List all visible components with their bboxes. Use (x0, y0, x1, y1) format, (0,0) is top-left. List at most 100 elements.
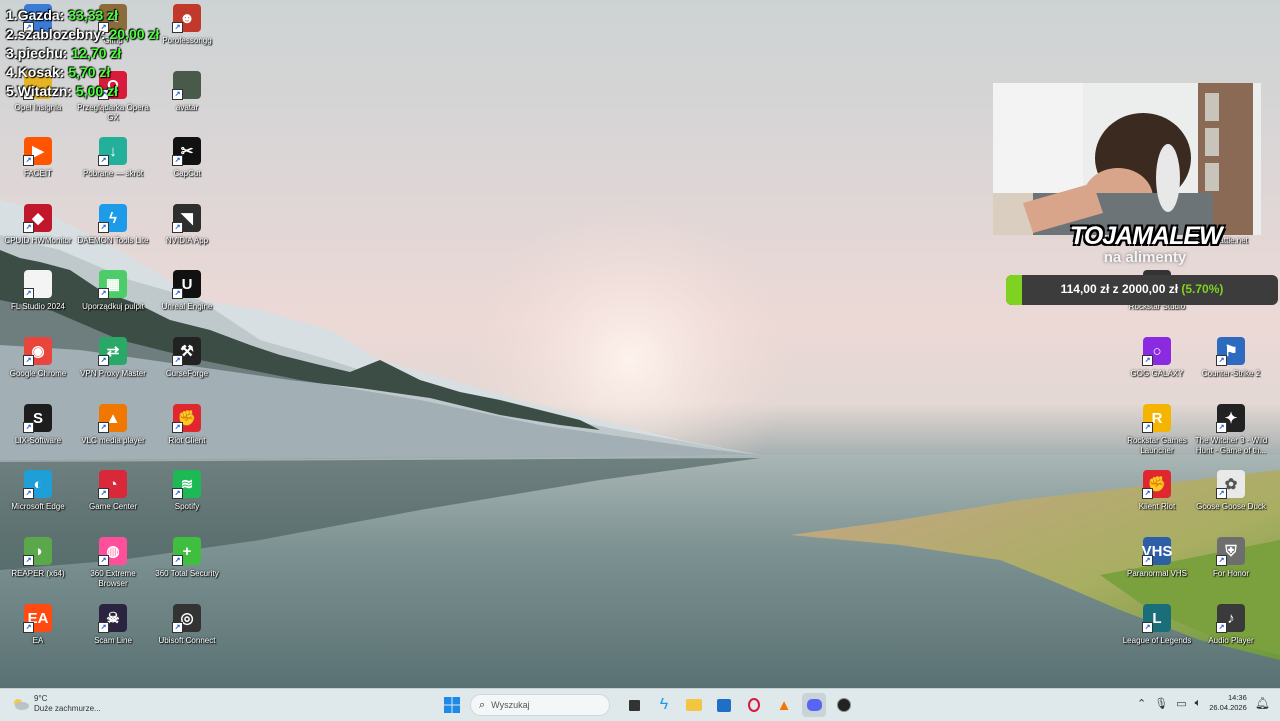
chevron-up-icon[interactable]: ⌃ (1137, 697, 1146, 710)
desktop-icon[interactable]: ⛨ ↗ For Honor (1193, 537, 1269, 579)
desktop-icon[interactable]: ◉ ↗ Google Chrome (0, 337, 76, 379)
desktop-icon[interactable]: ☠ ↗ Scam Line (75, 604, 151, 646)
cloud-weather-icon (14, 699, 29, 710)
shortcut-arrow-icon: ↗ (1142, 422, 1153, 433)
desktop-icon[interactable]: ϟ ↗ DAEMON Tools Lite (75, 204, 151, 246)
desktop-icon-label: VLC media player (81, 436, 145, 445)
desktop-icon[interactable]: S ↗ LIX-Software (0, 404, 76, 446)
desktop-icon[interactable]: ⚒ ↗ CurseForge (149, 337, 225, 379)
desktop-icon[interactable]: EA ↗ EA (0, 604, 76, 646)
desktop-icon[interactable]: ⇄ ↗ VPN Proxy Master (75, 337, 151, 379)
shortcut-arrow-icon: ↗ (98, 422, 109, 433)
desktop-icon[interactable]: ◥ ↗ NVIDIA App (149, 204, 225, 246)
document-icon: ↗ (23, 270, 52, 299)
goal-target: 2000,00 zł (1121, 282, 1179, 296)
lix-icon: S ↗ (23, 404, 52, 433)
leaderboard-amount: 5,70 zł (68, 64, 111, 80)
shortcut-arrow-icon: ↗ (1142, 488, 1153, 499)
goal-text: 114,00 zł z 2000,00 zł (5.70%) (1006, 282, 1278, 296)
desktop-icon[interactable]: ▦ ↗ Uporządkuj pulpit (75, 270, 151, 312)
shortcut-arrow-icon: ↗ (98, 555, 109, 566)
desktop-icon-label: Riot Client (168, 436, 206, 445)
ea-icon: EA ↗ (23, 604, 52, 633)
desktop-icon-label: Porofessongg (162, 36, 212, 45)
desktop-icon[interactable]: ✿ ↗ Goose Goose Duck (1193, 470, 1269, 512)
desktop-icon-label: LIX-Software (14, 436, 62, 445)
desktop-icon[interactable]: L ↗ League of Legends (1119, 604, 1195, 646)
microsoft-store-icon (717, 698, 731, 712)
file-explorer-taskbar-button[interactable] (682, 693, 706, 717)
desktop-icon-label: Ubisoft Connect (158, 636, 216, 645)
desktop-icon[interactable]: ✂ ↗ CapCut (149, 137, 225, 179)
desktop-icon[interactable]: ☻ ↗ Porofessongg (149, 4, 225, 46)
desktop-icon[interactable]: U ↗ Unreal Engine (149, 270, 225, 312)
desktop-icon-label: Counter-Strike 2 (1201, 369, 1261, 378)
desktop-icon[interactable]: ✊ ↗ Riot Client (149, 404, 225, 446)
microphone-icon[interactable]: 🎙︎ (1154, 697, 1168, 710)
desktop-icon-label: Klient Riot (1138, 502, 1176, 511)
desktop-icon[interactable]: + ↗ 360 Total Security (149, 537, 225, 579)
discord-taskbar-button[interactable] (802, 693, 826, 717)
desktop-icon[interactable]: ✊ ↗ Klient Riot (1119, 470, 1195, 512)
weather-widget[interactable]: 9°C Duże zachmurze... (12, 694, 101, 714)
taskbar-search[interactable]: ⌕ Wyszukaj (470, 694, 610, 716)
desktop-icon-label: CurseForge (165, 369, 209, 378)
streamer-name: TOJAMALEW (1070, 222, 1223, 250)
leaderboard-name: 5.Witatzn: (6, 83, 72, 99)
rockstar-icon: R ↗ (1142, 404, 1171, 433)
shortcut-arrow-icon: ↗ (23, 155, 34, 166)
opera-gx-taskbar-button[interactable] (742, 693, 766, 717)
opera-gx-icon (748, 698, 760, 712)
desktop-icon[interactable]: ◎ ↗ Ubisoft Connect (149, 604, 225, 646)
desktop-icon[interactable]: R ↗ Rockstar Games Launcher (1119, 404, 1195, 456)
desktop-icon[interactable]: ✦ ↗ The Witcher 3 - Wild Hunt - Game of th… (1193, 404, 1269, 456)
desktop-icon[interactable]: ○ ↗ GOG GALAXY (1119, 337, 1195, 379)
nvidia-icon: ◥ ↗ (172, 204, 201, 233)
shortcut-arrow-icon: ↗ (172, 222, 183, 233)
task-view-button[interactable] (622, 693, 646, 717)
360-security-icon: + ↗ (172, 537, 201, 566)
network-icon[interactable]: ▭ (1176, 697, 1186, 710)
desktop-icon[interactable]: ◔ ↗ Game Center (75, 470, 151, 512)
streamer-subtitle: na alimenty (1103, 249, 1187, 266)
desktop-icon[interactable]: ↗ FL Studio 2024 (0, 270, 76, 312)
webcam-overlay (993, 83, 1261, 235)
desktop-icon[interactable]: ♪ ↗ Audio Player (1193, 604, 1269, 646)
desktop-icon[interactable]: ↓ ↗ Pobrane — skrót (75, 137, 151, 179)
desktop-icon-label: Scam Line (94, 636, 132, 645)
start-button[interactable] (440, 693, 464, 717)
vlc-taskbar-button[interactable]: ▲ (772, 693, 796, 717)
faceit-icon: ▶ ↗ (23, 137, 52, 166)
scam-line-icon: ☠ ↗ (98, 604, 127, 633)
desktop-icon[interactable]: ↗ avatar (149, 71, 225, 113)
weather-temp: 9°C (34, 694, 48, 703)
desktop-icon[interactable]: ▶ ↗ FACEIT (0, 137, 76, 179)
speaker-icon[interactable]: 🔈︎ (1195, 697, 1202, 710)
daemon-tools-taskbar-button[interactable]: ϟ (652, 693, 676, 717)
shortcut-arrow-icon: ↗ (98, 222, 109, 233)
desktop-icon[interactable]: ⚑ ↗ Counter-Strike 2 (1193, 337, 1269, 379)
desktop-icon[interactable]: ◐ ↗ Microsoft Edge (0, 470, 76, 512)
desktop-icon[interactable]: VHS ↗ Paranormal VHS (1119, 537, 1195, 579)
desktop-icon-label: Unreal Engine (161, 302, 213, 311)
windows-start-icon (444, 697, 460, 713)
obs-icon (837, 698, 851, 712)
riot-client-icon: ✊ ↗ (1142, 470, 1171, 499)
shortcut-arrow-icon: ↗ (172, 622, 183, 633)
desktop-icon-label: 360 Extreme Browser (90, 569, 136, 588)
desktop-icon[interactable]: ◑ ↗ REAPER (x64) (0, 537, 76, 579)
clock[interactable]: 14:36 26.04.2026 (1209, 693, 1247, 713)
capcut-icon: ✂ ↗ (172, 137, 201, 166)
desktop-icon[interactable]: ▲ ↗ VLC media player (75, 404, 151, 446)
desktop-icon[interactable]: ◍ ↗ 360 Extreme Browser (75, 537, 151, 589)
unreal-engine-icon: U ↗ (172, 270, 201, 299)
microsoft-store-taskbar-button[interactable] (712, 693, 736, 717)
notification-bell-icon[interactable]: 🔔︎ (1255, 696, 1270, 710)
desktop-icon[interactable]: ≋ ↗ Spotify (149, 470, 225, 512)
shortcut-arrow-icon: ↗ (1142, 622, 1153, 633)
desktop-icon[interactable]: ◆ ↗ CPUID HWMonitor (0, 204, 76, 246)
shortcut-arrow-icon: ↗ (98, 622, 109, 633)
audio-player-icon: ♪ ↗ (1216, 604, 1245, 633)
obs-taskbar-button[interactable] (832, 693, 856, 717)
shortcut-arrow-icon: ↗ (23, 422, 34, 433)
